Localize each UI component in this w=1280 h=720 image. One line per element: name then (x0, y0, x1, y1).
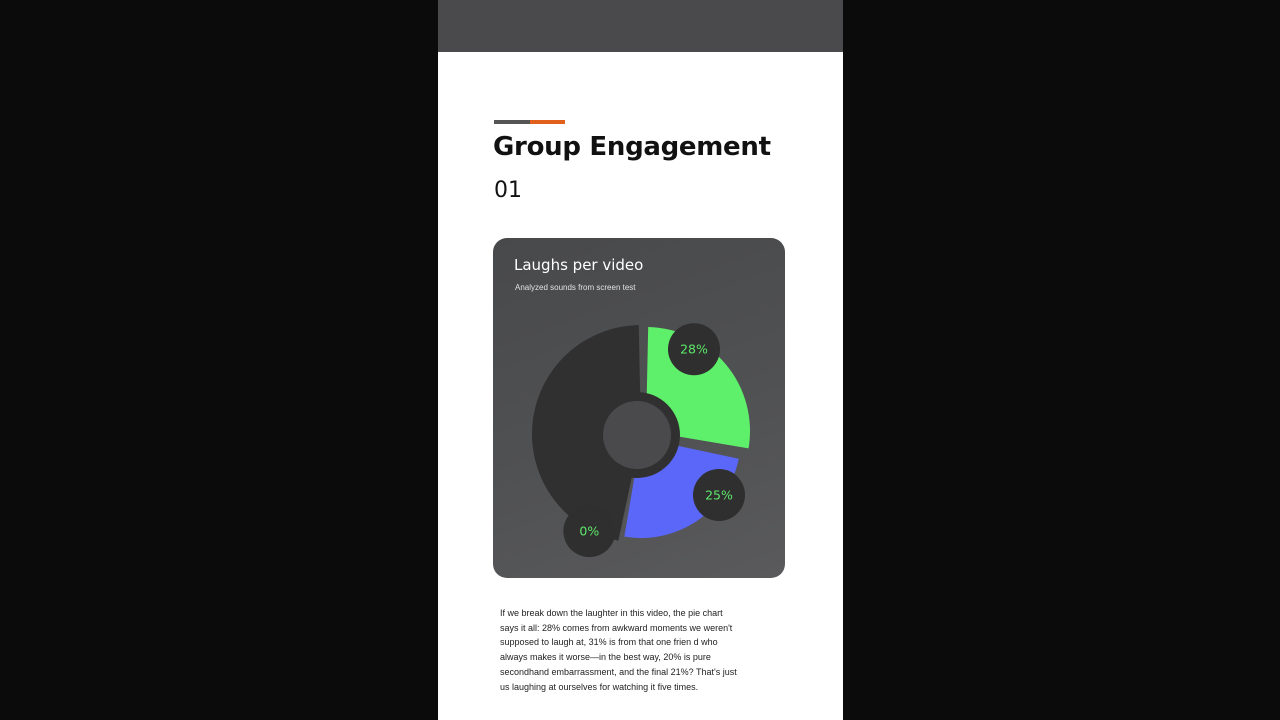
top-bar (438, 0, 843, 52)
pie-label-bubble-0: 28% (667, 323, 720, 376)
story-page: Group Engagement 01 Laughs per video Ana… (438, 0, 843, 720)
accent-rule-orange (530, 120, 565, 124)
pie-label-bubble-2: 0% (563, 505, 616, 558)
pie-label-text: 25% (705, 487, 733, 502)
page-title: Group Engagement (493, 132, 771, 162)
pie-label-text: 28% (680, 342, 708, 357)
pie-label-bubble-1: 25% (693, 468, 746, 521)
chart-card: Laughs per video Analyzed sounds from sc… (493, 238, 785, 578)
pie-hole (603, 401, 671, 469)
accent-rule-dark (494, 120, 530, 124)
video-frame: Group Engagement 01 Laughs per video Ana… (0, 0, 1280, 720)
description-paragraph: If we break down the laughter in this vi… (500, 608, 737, 692)
pie-label-text: 0% (579, 524, 599, 539)
section-number: 01 (494, 178, 522, 203)
pie-chart: 28% 25% 0% (531, 323, 750, 558)
accent-rule (494, 120, 565, 124)
